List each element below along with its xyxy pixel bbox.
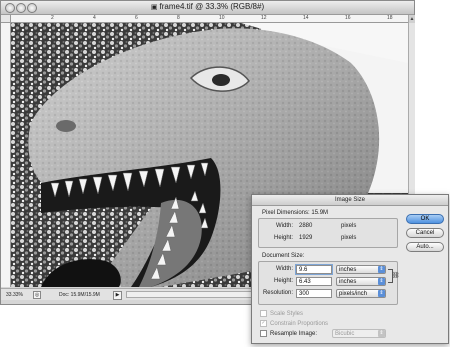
pixel-width-label: Width: [275,223,293,229]
scale-styles-checkbox[interactable]: Scale Styles [260,310,303,317]
checkbox-icon [260,330,267,337]
doc-width-input[interactable]: 9.6 [296,265,332,274]
chain-link-icon: ⛓ [392,273,400,279]
ruler-tick-label: 12 [261,15,267,21]
pixel-width-value: 2880 [299,223,313,229]
chevron-updown-icon: ⇕ [378,330,385,337]
resolution-input[interactable]: 300 [296,289,332,298]
doc-width-unit-select[interactable]: inches ⇕ [336,265,386,274]
ruler-tick-label: 2 [51,15,54,21]
vertical-ruler[interactable] [1,23,11,287]
ruler-tick-label: 10 [219,15,225,21]
image-size-dialog: Image Size Pixel Dimensions: 15.9M Width… [251,194,449,344]
ruler-tick-label: 8 [177,15,180,21]
ok-button[interactable]: OK [406,214,444,224]
pixel-dimensions-group: Width: 2880 pixels Height: 1929 pixels [258,218,398,248]
auto-button[interactable]: Auto... [406,242,444,252]
constrain-proportions-checkbox[interactable]: ✓ Constrain Proportions [260,320,328,327]
window-title: ▣ frame4.tif @ 33.3% (RGB/8#) [1,2,414,11]
window-title-text: frame4.tif @ 33.3% (RGB/8#) [159,2,265,11]
resample-method-select[interactable]: Bicubic ⇕ [332,329,386,338]
ruler-tick-label: 14 [303,15,309,21]
pixel-width-unit: pixels [341,223,357,229]
ruler-origin[interactable] [1,15,11,23]
chevron-updown-icon: ⇕ [378,290,385,297]
ruler-tick-label: 6 [135,15,138,21]
resample-image-checkbox[interactable]: Resample Image: [260,330,317,337]
doc-height-label: Height: [273,278,293,284]
status-menu-arrow-icon[interactable]: ▶ [113,291,122,300]
version-cue-icon[interactable]: ◎ [33,291,41,299]
ruler-tick-label: 18 [387,15,393,21]
chevron-updown-icon: ⇕ [378,278,385,285]
pixel-height-label: Height: [273,235,293,241]
document-size-group: Width: 9.6 inches ⇕ Height: 6.43 inches ⇕ … [258,261,400,305]
cancel-button[interactable]: Cancel [406,228,444,238]
doc-height-input[interactable]: 6.43 [296,277,332,286]
document-size-legend: Document Size: [262,253,305,259]
checkbox-icon [260,310,267,317]
doc-width-label: Width: [275,266,293,272]
document-size-info: Doc: 15.9M/15.9M [59,292,100,298]
dialog-title[interactable]: Image Size [252,195,448,206]
ruler-tick-label: 16 [345,15,351,21]
zoom-level[interactable]: 33.33% [6,292,23,298]
pixel-dimensions-legend: Pixel Dimensions: 15.9M [262,210,329,216]
pixel-dimensions-total: 15.9M [311,210,329,216]
resolution-label: Resolution: [262,290,293,296]
horizontal-ruler[interactable]: 2 4 6 8 10 12 14 16 18 [11,15,408,23]
pixel-height-unit: pixels [341,235,357,241]
window-titlebar[interactable]: ▣ frame4.tif @ 33.3% (RGB/8#) [1,1,414,15]
doc-height-unit-select[interactable]: inches ⇕ [336,277,386,286]
document-icon: ▣ [150,4,158,11]
chevron-updown-icon: ⇕ [378,266,385,273]
resolution-unit-select[interactable]: pixels/inch ⇕ [336,289,386,298]
ruler-tick-label: 4 [93,15,96,21]
pixel-height-value: 1929 [299,235,313,241]
scroll-up-icon[interactable]: ▲ [409,15,415,23]
checkmark-icon: ✓ [260,320,267,327]
